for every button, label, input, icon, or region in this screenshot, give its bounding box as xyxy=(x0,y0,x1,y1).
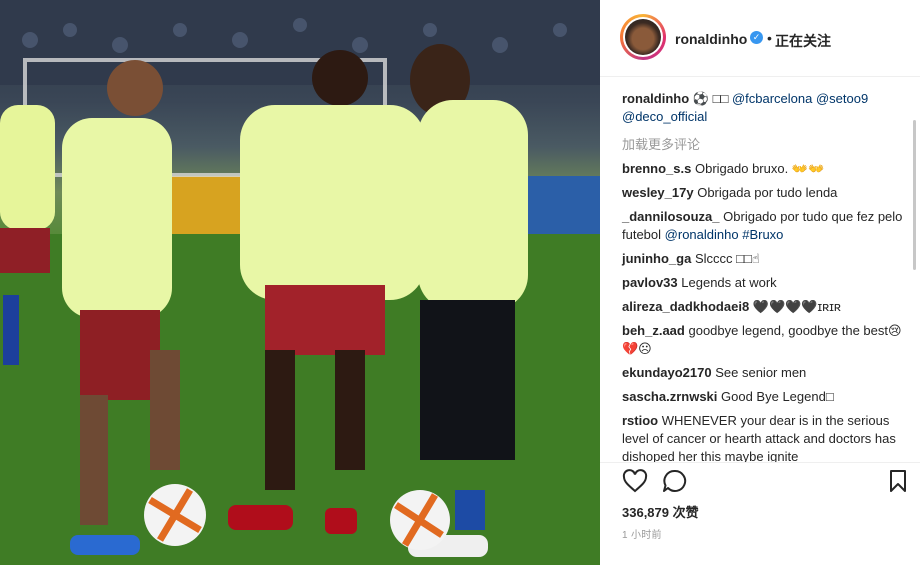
likes-count[interactable]: 336,879 次赞 xyxy=(622,502,699,521)
comment-text: Obrigado bruxo. 👐👐 xyxy=(694,161,825,176)
comment-item: alireza_dadkhodaei8 🖤🖤🖤🖤ɪʀɪʀ xyxy=(622,298,906,316)
caption-username[interactable]: ronaldinho xyxy=(622,91,689,106)
comment-username[interactable]: ekundayo2170 xyxy=(622,365,712,380)
post-timestamp[interactable]: 1 小时前 xyxy=(622,526,662,541)
comment-item: beh_z.aad goodbye legend, goodbye the be… xyxy=(622,322,906,358)
avatar-image xyxy=(625,19,661,55)
comment-username[interactable]: wesley_17y xyxy=(622,185,694,200)
follow-status-button[interactable]: 正在关注 xyxy=(775,31,831,51)
post-panel: ronaldinho ✓ • 正在关注 ronaldinho ⚽ □□ @fcb… xyxy=(600,0,920,565)
comment-text: 🖤🖤🖤🖤ɪʀɪʀ xyxy=(752,299,841,314)
photo-illustration xyxy=(0,0,600,565)
comment-username[interactable]: juninho_ga xyxy=(622,251,691,266)
comment-username[interactable]: beh_z.aad xyxy=(622,323,685,338)
hashtag-link[interactable]: #Bruxo xyxy=(742,227,783,242)
comment-item: sascha.zrnwski Good Bye Legend□ xyxy=(622,388,906,406)
comment-username[interactable]: rstioo xyxy=(622,413,658,428)
comment-item: juninho_ga Slcccc □□☝ xyxy=(622,250,906,268)
comment-item: _dannilosouza_ Obrigado por tudo que fez… xyxy=(622,208,906,244)
caption-emoji: ⚽ □□ xyxy=(692,91,729,106)
comment-item: ekundayo2170 See senior men xyxy=(622,364,906,382)
post-footer: 336,879 次赞 1 小时前 xyxy=(600,462,920,566)
comment-text: Slcccc □□☝ xyxy=(694,251,760,266)
comment-text: Legends at work xyxy=(681,275,777,290)
comments-list[interactable]: ronaldinho ⚽ □□ @fcbarcelona @setoo9 @de… xyxy=(600,77,912,462)
caption: ronaldinho ⚽ □□ @fcbarcelona @setoo9 @de… xyxy=(622,90,906,126)
comment-username[interactable]: brenno_s.s xyxy=(622,161,691,176)
comment-text: WHENEVER your dear is in the serious lev… xyxy=(622,413,896,462)
comment-item: brenno_s.s Obrigado bruxo. 👐👐 xyxy=(622,160,906,178)
post-photo[interactable] xyxy=(0,0,600,565)
header-username[interactable]: ronaldinho xyxy=(675,31,747,47)
bookmark-icon[interactable] xyxy=(888,469,908,493)
comment-username[interactable]: alireza_dadkhodaei8 xyxy=(622,299,749,314)
comment-username[interactable]: _dannilosouza_ xyxy=(622,209,720,224)
comment-text: Good Bye Legend□ xyxy=(721,389,834,404)
comment-item: wesley_17y Obrigada por tudo lenda xyxy=(622,184,906,202)
comment-item: rstioo WHENEVER your dear is in the seri… xyxy=(622,412,906,462)
comment-text: See senior men xyxy=(715,365,807,380)
comment-username[interactable]: pavlov33 xyxy=(622,275,678,290)
mention-link[interactable]: @deco_official xyxy=(622,109,707,124)
verified-badge-icon: ✓ xyxy=(750,31,763,44)
mention-link[interactable]: @ronaldinho xyxy=(665,227,739,242)
comments-scrollbar[interactable] xyxy=(913,120,916,270)
comment-text: Obrigada por tudo lenda xyxy=(697,185,838,200)
mention-link[interactable]: @setoo9 xyxy=(816,91,868,106)
avatar[interactable] xyxy=(620,14,666,60)
avatar-frame xyxy=(623,17,663,57)
post-header: ronaldinho ✓ • 正在关注 xyxy=(600,0,920,77)
header-separator: • xyxy=(767,30,772,46)
comment-icon[interactable] xyxy=(662,469,688,493)
comment-username[interactable]: sascha.zrnwski xyxy=(622,389,717,404)
mention-link[interactable]: @fcbarcelona xyxy=(732,91,812,106)
heart-icon[interactable] xyxy=(622,469,648,493)
comment-item: pavlov33 Legends at work xyxy=(622,274,906,292)
load-more-comments-button[interactable]: 加载更多评论 xyxy=(622,134,700,153)
